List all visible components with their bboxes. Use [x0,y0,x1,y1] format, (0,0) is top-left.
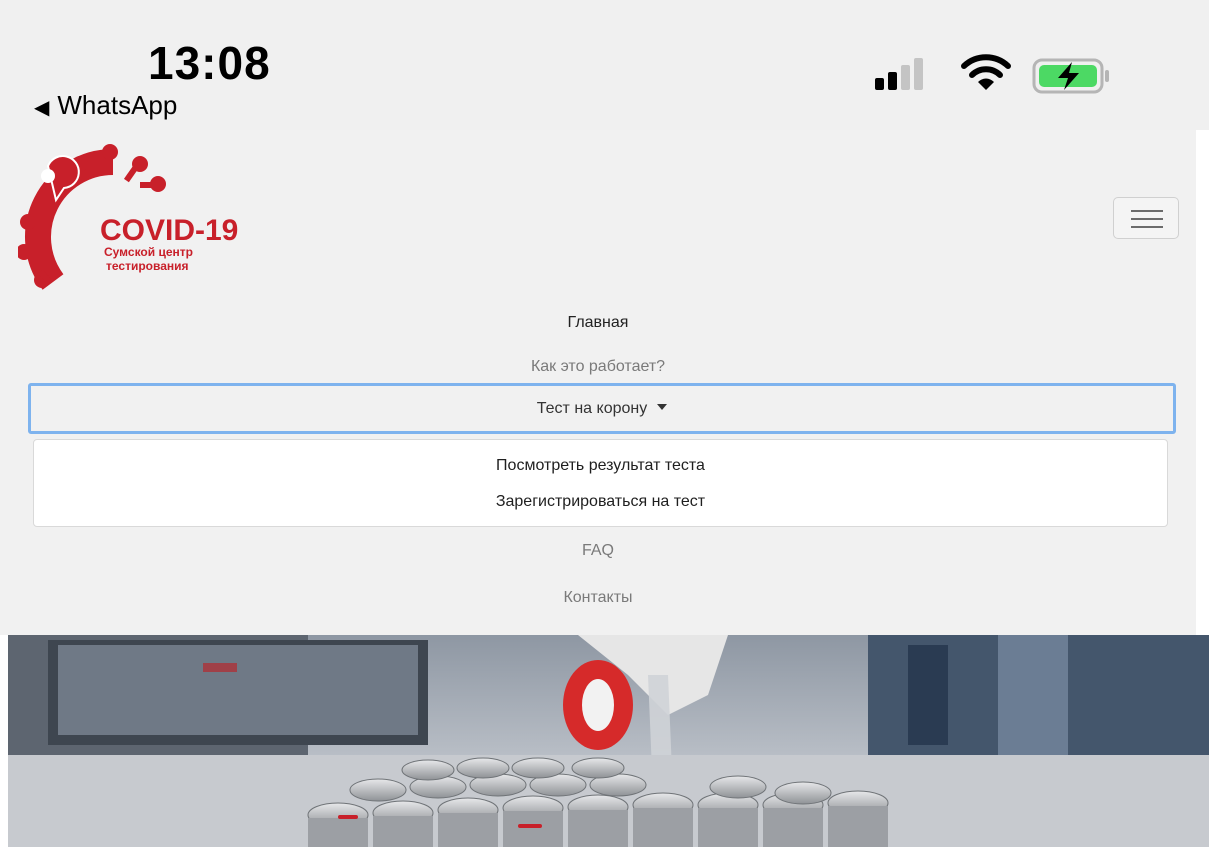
wifi-icon [961,54,1011,90]
cellular-signal-icon [875,58,923,90]
site-navbar: COVID-19 Сумской центр тестирования Глав… [0,130,1196,635]
back-app-label: WhatsApp [57,90,178,120]
back-to-app-button[interactable]: ◀ WhatsApp [34,90,177,121]
dropdown-menu: Посмотреть результат теста Зарегистриров… [33,439,1168,527]
nav-item-contacts[interactable]: Контакты [0,589,1196,607]
back-triangle-icon: ◀ [34,97,50,119]
hamburger-icon-bar [1131,226,1163,228]
dropdown-item-view-result[interactable]: Посмотреть результат теста [34,457,1167,475]
status-bar: 13:08 ◀ WhatsApp [0,0,1209,130]
hero-lab-photo [8,635,1209,847]
battery-charging-icon [1032,58,1109,94]
caret-down-icon [657,404,668,410]
nav-item-how-it-works[interactable]: Как это работает? [0,358,1196,376]
logo-title: COVID-19 [100,214,238,247]
hamburger-menu-button[interactable] [1113,197,1179,239]
hamburger-icon-bar [1131,210,1163,212]
dropdown-toggle-label: Тест на корону [536,400,648,417]
dropdown-item-register-test[interactable]: Зарегистрироваться на тест [34,493,1167,511]
hamburger-icon-bar [1131,218,1163,220]
covid-logo[interactable]: COVID-19 Сумской центр тестирования [18,142,258,292]
nav-item-corona-test-dropdown[interactable]: Тест на корону [28,383,1176,434]
status-time: 13:08 [148,37,271,89]
logo-subtitle-2: тестирования [106,259,189,273]
nav-item-faq[interactable]: FAQ [0,542,1196,560]
logo-subtitle-1: Сумской центр [104,245,193,259]
nav-item-home[interactable]: Главная [0,314,1196,332]
lab-test-tubes-image [8,635,1209,847]
